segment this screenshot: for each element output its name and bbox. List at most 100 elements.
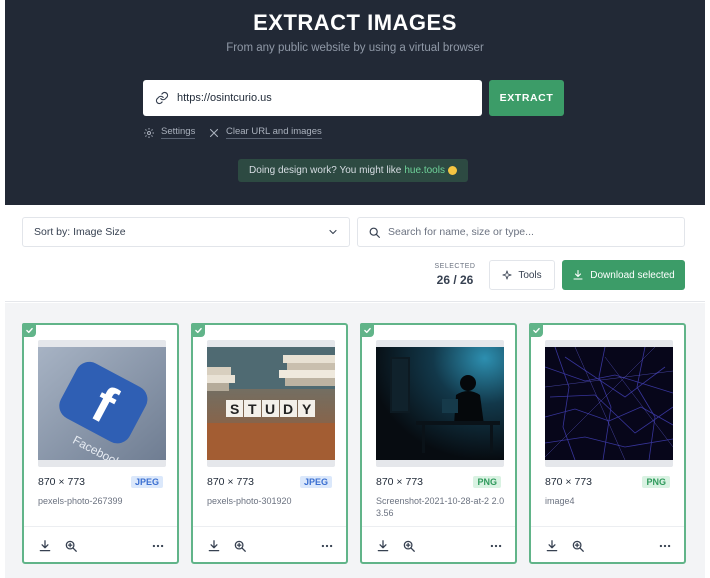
check-icon — [25, 327, 33, 333]
chevron-down-icon — [329, 229, 337, 235]
search-input[interactable]: Search for name, size or type... — [357, 217, 685, 247]
image-thumbnail-frame — [545, 340, 673, 467]
download-image-button[interactable] — [38, 539, 52, 553]
selected-checkbox[interactable] — [22, 323, 36, 337]
image-filename: image4 — [545, 496, 575, 506]
dark-office-photo — [376, 347, 504, 460]
zoom-in-icon — [65, 540, 77, 552]
selected-label: SELECTED — [434, 263, 476, 270]
tools-label: Tools — [518, 269, 542, 281]
clear-url-label: Clear URL and images — [226, 126, 322, 139]
url-input-value[interactable]: https://osintcurio.us — [177, 92, 272, 104]
image-dimensions: 870 × 773 — [376, 476, 424, 488]
image-thumbnail-frame: f Facebook — [38, 340, 166, 467]
download-icon — [546, 540, 558, 552]
sparkle-icon — [502, 270, 512, 280]
cube-letter-d: D — [283, 401, 293, 417]
image-filename: pexels-photo-301920 — [207, 496, 292, 506]
zoom-image-button[interactable] — [571, 539, 585, 553]
promo-text: Doing design work? You might like — [249, 165, 402, 176]
check-icon — [363, 327, 371, 333]
more-horizontal-icon — [659, 544, 671, 548]
more-horizontal-icon — [490, 544, 502, 548]
selected-checkbox[interactable] — [191, 323, 205, 337]
page-subtitle: From any public website by using a virtu… — [226, 42, 484, 54]
cube-letter-y: Y — [302, 401, 312, 417]
clear-url-link[interactable]: Clear URL and images — [208, 126, 322, 139]
toolbar: Sort by: Image Size Search for name, siz… — [5, 205, 705, 302]
image-thumbnail[interactable] — [376, 347, 504, 460]
more-options-button[interactable] — [151, 539, 165, 553]
zoom-in-icon — [572, 540, 584, 552]
smile-emoji-icon — [447, 166, 457, 175]
image-thumbnail[interactable] — [545, 347, 673, 460]
study-photo: S T U D Y — [207, 347, 335, 460]
type-badge: PNG — [473, 476, 501, 488]
cube-letter-t: T — [248, 401, 257, 417]
image-dimensions: 870 × 773 — [545, 476, 593, 488]
search-placeholder: Search for name, size or type... — [388, 226, 534, 238]
image-card[interactable]: 870 × 773 PNG image4 — [529, 323, 686, 564]
zoom-image-button[interactable] — [233, 539, 247, 553]
image-thumbnail-frame — [376, 340, 504, 467]
download-selected-button[interactable]: Download selected — [562, 260, 685, 290]
search-icon — [369, 227, 380, 238]
facebook-photo: f Facebook — [38, 347, 166, 460]
download-icon — [39, 540, 51, 552]
image-grid: f Facebook 870 × 773 JPEG pexels-photo-2… — [5, 303, 705, 578]
close-icon — [209, 128, 219, 137]
card-divider — [193, 526, 346, 527]
type-badge: JPEG — [299, 476, 332, 488]
promo-link[interactable]: hue.tools — [404, 165, 445, 176]
image-dimensions: 870 × 773 — [207, 476, 255, 488]
zoom-image-button[interactable] — [64, 539, 78, 553]
download-icon — [573, 269, 583, 280]
check-icon — [194, 327, 202, 333]
sort-select[interactable]: Sort by: Image Size — [22, 217, 350, 247]
selected-checkbox[interactable] — [360, 323, 374, 337]
more-horizontal-icon — [152, 544, 164, 548]
settings-label: Settings — [161, 126, 196, 139]
image-dimensions: 870 × 773 — [38, 476, 86, 488]
selected-count: 26 / 26 — [436, 273, 474, 287]
image-filename: Screenshot-2021-10-28-at-2 2.03.56 — [376, 496, 505, 518]
download-image-button[interactable] — [545, 539, 559, 553]
check-icon — [532, 327, 540, 333]
more-options-button[interactable] — [320, 539, 334, 553]
download-image-button[interactable] — [376, 539, 390, 553]
gear-icon — [144, 127, 154, 138]
image-thumbnail[interactable]: S T U D Y — [207, 347, 335, 460]
promo-banner: Doing design work? You might like hue.to… — [238, 159, 468, 182]
download-icon — [208, 540, 220, 552]
cube-letter-s: S — [230, 401, 239, 417]
settings-link[interactable]: Settings — [143, 126, 196, 139]
download-icon — [377, 540, 389, 552]
selected-checkbox[interactable] — [529, 323, 543, 337]
download-image-button[interactable] — [207, 539, 221, 553]
image-card[interactable]: 870 × 773 PNG Screenshot-2021-10-28-at-2… — [360, 323, 517, 564]
image-card[interactable]: f Facebook 870 × 773 JPEG pexels-photo-2… — [22, 323, 179, 564]
zoom-in-icon — [234, 540, 246, 552]
image-thumbnail-frame: S T U D Y — [207, 340, 335, 467]
card-divider — [362, 526, 515, 527]
image-filename: pexels-photo-267399 — [38, 496, 123, 506]
zoom-image-button[interactable] — [402, 539, 416, 553]
sort-select-value: Sort by: Image Size — [34, 226, 126, 238]
extract-button[interactable]: EXTRACT — [489, 80, 564, 116]
url-input[interactable]: https://osintcurio.us — [143, 80, 482, 116]
image-card[interactable]: S T U D Y 870 × 773 JPEG pexels-photo-30… — [191, 323, 348, 564]
type-badge: JPEG — [130, 476, 163, 488]
image-thumbnail[interactable]: f Facebook — [38, 347, 166, 460]
page-title: EXTRACT IMAGES — [253, 10, 457, 35]
hero-section: EXTRACT IMAGES From any public website b… — [5, 0, 705, 205]
tools-button[interactable]: Tools — [489, 260, 555, 290]
more-options-button[interactable] — [658, 539, 672, 553]
more-options-button[interactable] — [489, 539, 503, 553]
link-icon — [155, 91, 169, 105]
more-horizontal-icon — [321, 544, 333, 548]
card-divider — [531, 526, 684, 527]
night-map-photo — [545, 347, 673, 460]
cube-letter-u: U — [265, 401, 275, 417]
download-selected-label: Download selected — [590, 269, 675, 281]
zoom-in-icon — [403, 540, 415, 552]
